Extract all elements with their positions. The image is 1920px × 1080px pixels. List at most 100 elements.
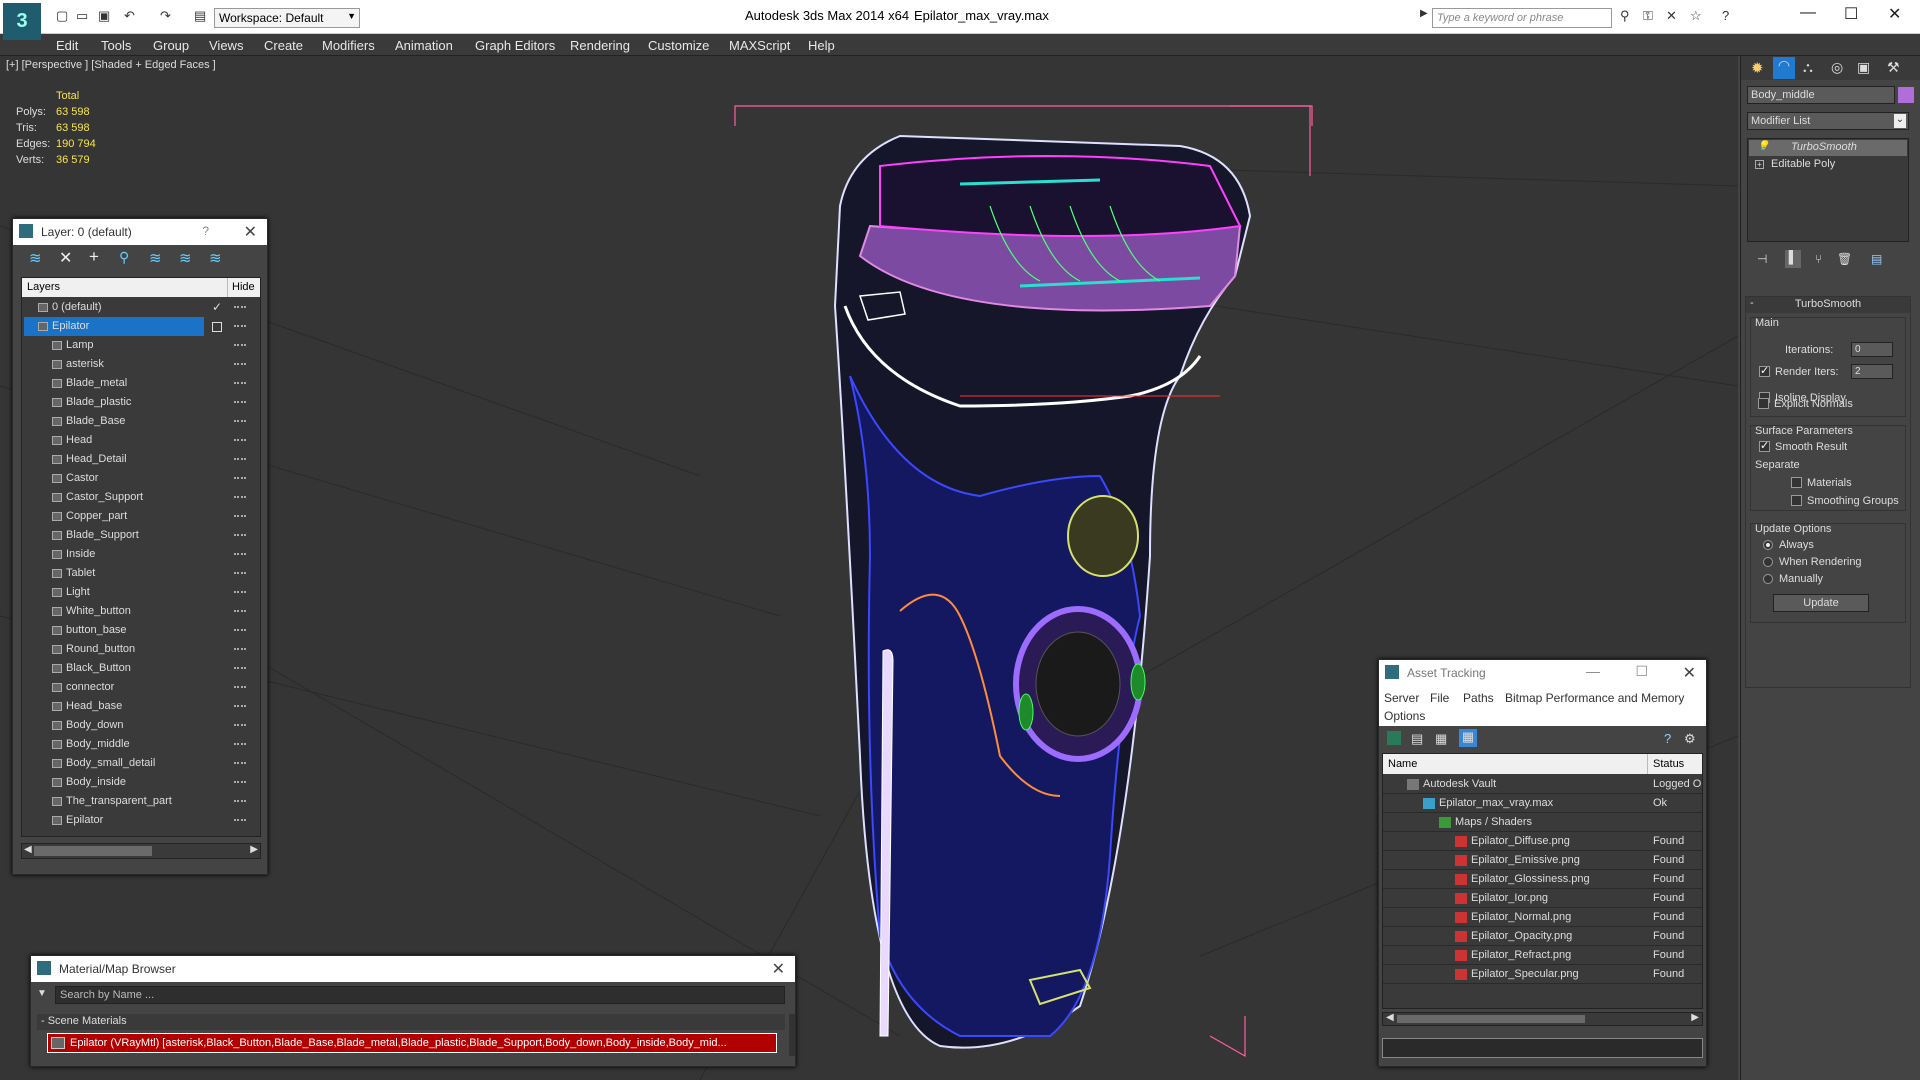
remove-modifier-icon[interactable]: 🗑	[1837, 252, 1852, 266]
hide-toggle-icon[interactable]	[234, 629, 246, 631]
layer-row[interactable]: Body_down	[22, 716, 252, 735]
hide-toggle-icon[interactable]	[234, 572, 246, 574]
object-name-input[interactable]: Body_middle	[1747, 86, 1895, 104]
maximize-icon[interactable]: ☐	[1635, 663, 1648, 680]
current-layer-box-icon[interactable]	[212, 322, 222, 332]
materials-checkbox[interactable]	[1791, 477, 1802, 488]
hide-toggle-icon[interactable]	[234, 705, 246, 707]
app-logo-icon[interactable]: 3	[3, 3, 41, 40]
minimize-icon[interactable]: —	[1800, 4, 1816, 22]
layer-row[interactable]: Light	[22, 583, 252, 602]
menu-maxscript[interactable]: MAXScript	[729, 38, 790, 53]
hide-toggle-icon[interactable]	[234, 819, 246, 821]
column-status[interactable]: Status	[1653, 758, 1684, 770]
layer-row[interactable]: Copper_part	[22, 507, 252, 526]
asset-row[interactable]: Epilator_Ior.png Found	[1383, 889, 1702, 908]
layer-row[interactable]: Tablet	[22, 564, 252, 583]
open-file-icon[interactable]: ▭	[76, 8, 88, 24]
explicit-normals-checkbox[interactable]	[1758, 398, 1769, 409]
layer-row[interactable]: connector	[22, 678, 252, 697]
utilities-tab-icon[interactable]: ⚒	[1887, 59, 1900, 76]
horizontal-scrollbar[interactable]: ▶ ◀	[1382, 1012, 1703, 1026]
layer-row[interactable]: Lamp	[22, 336, 252, 355]
layer-row[interactable]: Black_Button	[22, 659, 252, 678]
star-icon[interactable]: ☆	[1690, 8, 1702, 24]
hide-toggle-icon[interactable]	[234, 496, 246, 498]
create-tab-icon[interactable]: ✹	[1751, 59, 1764, 77]
hide-toggle-icon[interactable]	[234, 420, 246, 422]
delete-layer-icon[interactable]: ✕	[59, 248, 72, 268]
select-objects-icon[interactable]: ⚲	[119, 249, 129, 266]
create-layer-icon[interactable]: ≋	[29, 249, 42, 267]
layer-row[interactable]: The_transparent_part	[22, 792, 252, 811]
hide-toggle-icon[interactable]	[234, 458, 246, 460]
layer-row[interactable]: ✓ 0 (default)	[22, 298, 252, 317]
save-file-icon[interactable]: ▣	[98, 8, 110, 24]
hide-toggle-icon[interactable]	[234, 401, 246, 403]
hide-toggle-icon[interactable]	[234, 686, 246, 688]
key-icon[interactable]: ⚿	[1643, 8, 1653, 24]
scrollbar-thumb[interactable]	[34, 846, 152, 856]
menu-paths[interactable]: Paths	[1463, 691, 1494, 705]
lightbulb-icon[interactable]: 💡	[1757, 141, 1769, 152]
layer-row[interactable]: Castor_Support	[22, 488, 252, 507]
layer-row[interactable]: Blade_metal	[22, 374, 252, 393]
hide-toggle-icon[interactable]	[234, 648, 246, 650]
hide-toggle-icon[interactable]	[234, 344, 246, 346]
menu-graph-editors[interactable]: Graph Editors	[475, 38, 555, 53]
search-arrow-icon[interactable]: ▶	[1420, 8, 1428, 19]
menu-group[interactable]: Group	[153, 38, 189, 53]
menu-bitmap-performance[interactable]: Bitmap Performance and Memory	[1505, 691, 1684, 705]
list-view-icon[interactable]: ▤	[1411, 731, 1423, 747]
menu-views[interactable]: Views	[209, 38, 243, 53]
maximize-icon[interactable]: ☐	[1844, 4, 1858, 24]
display-tab-icon[interactable]: ▣	[1857, 59, 1870, 76]
menu-help[interactable]: Help	[808, 38, 835, 53]
asset-row[interactable]: Epilator_Specular.png Found	[1383, 965, 1702, 984]
hide-toggle-icon[interactable]	[234, 553, 246, 555]
help-icon[interactable]: ?	[202, 224, 209, 238]
layer-row[interactable]: Blade_plastic	[22, 393, 252, 412]
scroll-right-icon[interactable]: ▶	[250, 844, 258, 855]
vertical-scrollbar[interactable]	[789, 1014, 795, 1056]
motion-tab-icon[interactable]: ◎	[1831, 59, 1843, 76]
when-rendering-radio[interactable]	[1763, 557, 1773, 567]
material-search-input[interactable]: Search by Name ...	[55, 986, 785, 1004]
asset-row[interactable]: Epilator_max_vray.max Ok	[1383, 794, 1702, 813]
minimize-icon[interactable]: —	[1586, 663, 1600, 679]
new-file-icon[interactable]: ▢	[56, 8, 68, 24]
pin-stack-icon[interactable]: ⊣	[1757, 252, 1767, 266]
chevron-down-icon[interactable]: ⌄	[1894, 114, 1906, 128]
layer-row[interactable]: Castor	[22, 469, 252, 488]
asset-row[interactable]: Autodesk Vault Logged O	[1383, 775, 1702, 794]
update-button[interactable]: Update	[1773, 594, 1869, 612]
binoculars-icon[interactable]: ⚲	[1620, 8, 1630, 24]
scroll-left-icon[interactable]: ◀	[24, 844, 32, 855]
hide-toggle-icon[interactable]	[234, 781, 246, 783]
menu-customize[interactable]: Customize	[648, 38, 709, 53]
scroll-left-icon[interactable]: ◀	[1386, 1012, 1394, 1023]
render-iters-checkbox[interactable]	[1759, 364, 1770, 377]
collapse-icon[interactable]: -	[1750, 297, 1754, 309]
menu-file[interactable]: File	[1430, 691, 1449, 705]
current-layer-check-icon[interactable]: ✓	[212, 300, 222, 314]
scrollbar-thumb[interactable]	[1397, 1015, 1585, 1023]
highlight-layer-icon[interactable]: ≋	[149, 249, 162, 267]
asset-row[interactable]: Epilator_Refract.png Found	[1383, 946, 1702, 965]
layer-row[interactable]: Body_small_detail	[22, 754, 252, 773]
hide-toggle-icon[interactable]	[234, 724, 246, 726]
layer-row[interactable]: Blade_Base	[22, 412, 252, 431]
menu-options[interactable]: Options	[1384, 709, 1425, 723]
menu-animation[interactable]: Animation	[395, 38, 453, 53]
communication-icon[interactable]: ✕	[1666, 8, 1677, 24]
project-folder-icon[interactable]: ▤	[194, 8, 206, 24]
expand-icon[interactable]: +	[1755, 160, 1764, 169]
menu-server[interactable]: Server	[1384, 691, 1419, 705]
viewport-label[interactable]: [+] [Perspective ] [Shaded + Edged Faces…	[6, 59, 216, 71]
hide-toggle-icon[interactable]	[234, 591, 246, 593]
layer-row[interactable]: Head_Detail	[22, 450, 252, 469]
layer-row[interactable]: Epilator	[22, 317, 252, 336]
smooth-result-checkbox[interactable]	[1759, 439, 1770, 452]
layer-row[interactable]: Head_base	[22, 697, 252, 716]
hide-toggle-icon[interactable]	[234, 610, 246, 612]
